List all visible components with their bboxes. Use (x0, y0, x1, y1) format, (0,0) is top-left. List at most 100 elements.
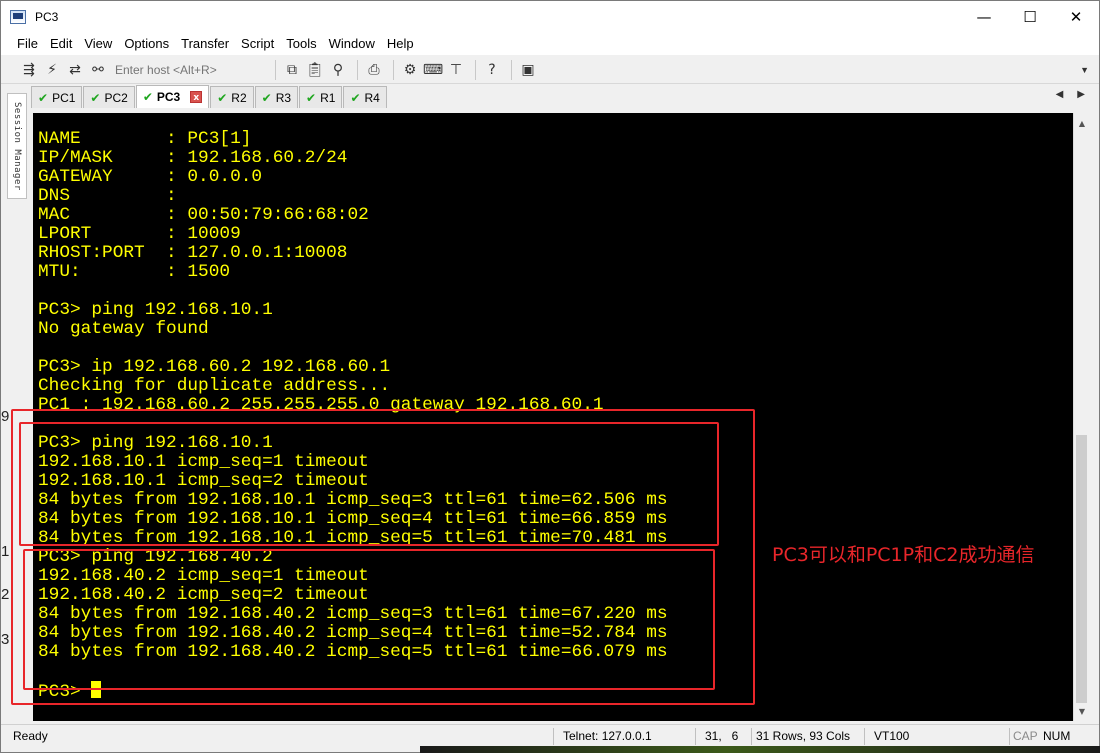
terminal-line: MAC : 00:50:79:66:68:02 (38, 205, 369, 225)
app-window: PC3 — ☐ ✕ File Edit View Options Transfe… (0, 0, 1100, 753)
title-bar[interactable]: PC3 — ☐ ✕ (1, 1, 1099, 32)
connected-check-icon: ✔ (142, 90, 153, 104)
connected-check-icon: ✔ (217, 90, 228, 105)
terminal-line: PC3> ping 192.168.10.1 (38, 300, 273, 320)
menu-options[interactable]: Options (124, 36, 169, 51)
status-separator (751, 728, 752, 745)
menu-file[interactable]: File (17, 36, 38, 51)
highlight-box-ping-pc2 (23, 549, 715, 690)
tab-label: PC1 (52, 90, 76, 105)
tab-pc1[interactable]: ✔ PC1 (31, 86, 83, 108)
tab-navigation: ◀ ▶ (1056, 89, 1085, 100)
status-separator (695, 728, 696, 745)
tab-r1[interactable]: ✔ R1 (299, 86, 343, 108)
scroll-down-icon[interactable]: ▼ (1074, 703, 1090, 719)
desktop-background (420, 746, 1100, 753)
keymap-icon[interactable]: ⌨ (423, 60, 443, 80)
tab-scroll-right-icon[interactable]: ▶ (1077, 89, 1085, 100)
session-icon[interactable]: ▣ (518, 60, 538, 80)
toolbar: ⇶ ⚡ ⇄ ⚯ ⧉ 📋︎ ⚲ ⎙ ⚙ ⌨ ⊤ ? ▣ ▼ (1, 56, 1099, 84)
connected-check-icon: ✔ (261, 90, 272, 105)
status-connection: Telnet: 127.0.0.1 (563, 729, 652, 743)
terminal-line: Checking for duplicate address... (38, 376, 391, 396)
scroll-up-icon[interactable]: ▲ (1074, 115, 1090, 131)
tab-pc3[interactable]: ✔ PC3 x (135, 85, 210, 108)
tab-label: PC3 (156, 90, 181, 104)
edge-digit: 1 (1, 543, 10, 560)
tab-r2[interactable]: ✔ R2 (210, 86, 254, 108)
menu-edit[interactable]: Edit (50, 36, 72, 51)
tab-pc2[interactable]: ✔ PC2 (83, 86, 135, 108)
edge-digit: 9 (1, 408, 10, 425)
host-input[interactable] (115, 59, 263, 80)
toolbar-separator (357, 59, 358, 80)
toolbar-separator (511, 59, 512, 80)
status-ready: Ready (13, 729, 48, 743)
menu-view[interactable]: View (84, 36, 112, 51)
tab-r3[interactable]: ✔ R3 (254, 86, 299, 108)
tab-label: PC2 (104, 90, 128, 105)
tab-label: R2 (231, 90, 247, 105)
tab-close-icon[interactable]: x (190, 91, 203, 103)
edge-digit: 2 (1, 586, 10, 603)
tab-label: R3 (275, 90, 292, 105)
session-tabs: ✔ PC1 ✔ PC2 ✔ PC3 x ✔ R2 ✔ R3 ✔ R1 ✔ R4 (31, 85, 1099, 108)
annotation-text: PC3可以和PC1P和C2成功通信 (772, 544, 1035, 566)
tab-r4[interactable]: ✔ R4 (343, 86, 387, 108)
reconnect-icon[interactable]: ⇄ (65, 60, 85, 80)
copy-icon[interactable]: ⧉ (282, 60, 302, 80)
status-cursor-position: 31, 6 (705, 729, 739, 743)
sftp-icon[interactable]: ⊤ (446, 60, 466, 80)
connected-check-icon: ✔ (306, 90, 317, 105)
quick-connect-icon[interactable]: ⚡ (42, 60, 62, 80)
menu-window[interactable]: Window (329, 36, 375, 51)
maximize-button[interactable]: ☐ (1007, 1, 1053, 32)
terminal-line: RHOST:PORT : 127.0.0.1:10008 (38, 243, 348, 263)
paste-icon[interactable]: 📋︎ (305, 60, 325, 80)
tab-label: R4 (364, 90, 380, 105)
disconnect-icon[interactable]: ⚯ (88, 60, 108, 80)
find-icon[interactable]: ⚲ (328, 60, 348, 80)
status-separator (553, 728, 554, 745)
toolbar-overflow-icon[interactable]: ▼ (1080, 65, 1089, 75)
terminal-line: MTU: : 1500 (38, 262, 231, 282)
menu-script[interactable]: Script (241, 36, 274, 51)
close-button[interactable]: ✕ (1053, 1, 1099, 32)
terminal-scrollbar[interactable]: ▲ ▼ (1073, 113, 1089, 721)
session-manager-panel[interactable]: Session Manager (7, 93, 27, 199)
terminal-line: No gateway found (38, 319, 209, 339)
minimize-button[interactable]: — (961, 1, 1007, 32)
menu-tools[interactable]: Tools (286, 36, 316, 51)
session-manager-label: Session Manager (12, 101, 22, 191)
tab-scroll-left-icon[interactable]: ◀ (1056, 89, 1064, 100)
status-separator (1009, 728, 1010, 745)
edge-digit: 3 (1, 631, 10, 648)
terminal-line: DNS : (38, 186, 177, 206)
status-num: NUM (1043, 729, 1071, 743)
connected-check-icon: ✔ (90, 90, 101, 105)
tab-label: R1 (320, 90, 336, 105)
help-icon[interactable]: ? (482, 60, 502, 80)
terminal-line: LPORT : 10009 (38, 224, 241, 244)
status-separator (864, 728, 865, 745)
status-size: 31 Rows, 93 Cols (756, 729, 851, 743)
toolbar-separator (275, 59, 276, 80)
scrollbar-thumb[interactable] (1076, 435, 1087, 703)
connect-icon[interactable]: ⇶ (19, 60, 39, 80)
settings-icon[interactable]: ⚙ (400, 60, 420, 80)
window-title: PC3 (35, 9, 59, 24)
menu-help[interactable]: Help (387, 36, 414, 51)
status-emulation: VT100 (874, 729, 910, 743)
toolbar-separator (475, 59, 476, 80)
terminal-line: GATEWAY : 0.0.0.0 (38, 167, 263, 187)
toolbar-separator (393, 59, 394, 80)
menu-transfer[interactable]: Transfer (181, 36, 229, 51)
window-controls: — ☐ ✕ (961, 1, 1099, 32)
status-caps: CAP (1013, 729, 1038, 743)
print-icon[interactable]: ⎙ (364, 60, 384, 80)
menu-bar: File Edit View Options Transfer Script T… (1, 32, 1099, 55)
terminal-line: NAME : PC3[1] (38, 129, 252, 149)
connected-check-icon: ✔ (38, 90, 49, 105)
